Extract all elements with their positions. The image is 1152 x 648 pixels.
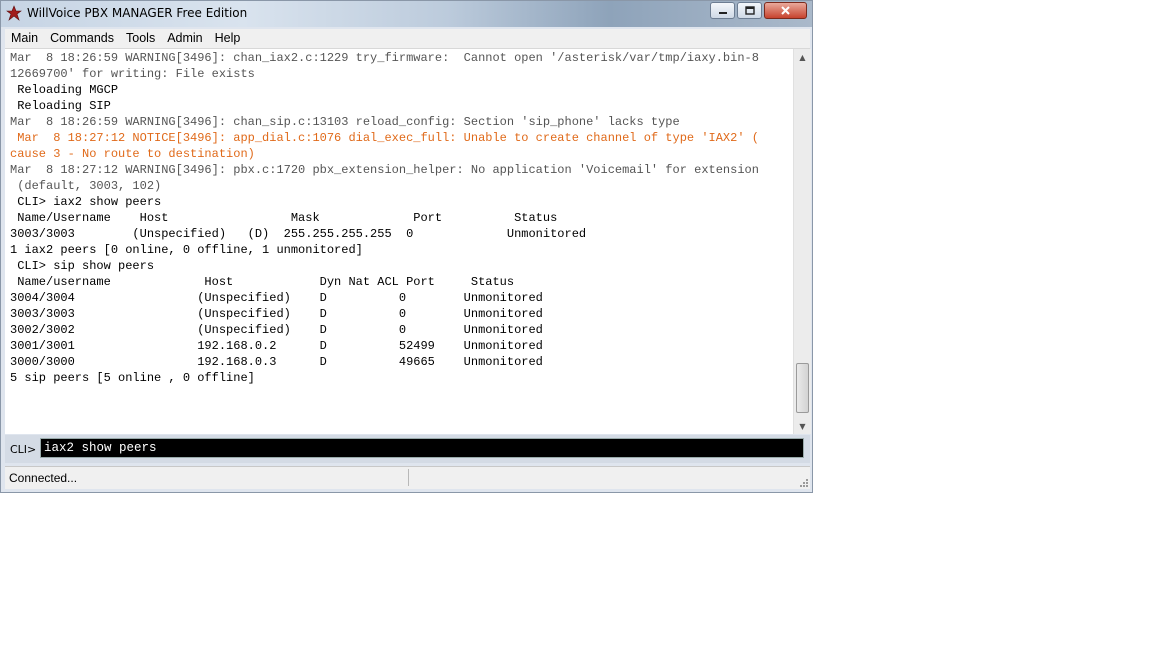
console-line: (default, 3003, 102) <box>10 179 162 193</box>
window-title: WillVoice PBX MANAGER Free Edition <box>27 6 248 20</box>
console-line: 5 sip peers [5 online , 0 offline] <box>10 371 255 385</box>
status-bar: Connected... <box>5 466 810 489</box>
console-line: Name/username Host Dyn Nat ACL Port Stat… <box>10 275 515 289</box>
menu-help[interactable]: Help <box>209 29 247 48</box>
menu-main[interactable]: Main <box>5 29 44 48</box>
app-window: WillVoice PBX MANAGER Free Edition Main … <box>0 0 813 493</box>
menu-bar: Main Commands Tools Admin Help <box>5 29 810 49</box>
minimize-button[interactable] <box>710 2 735 19</box>
console-line: Reloading MGCP <box>10 83 119 97</box>
console-line: Mar 8 18:27:12 WARNING[3496]: pbx.c:1720… <box>10 163 759 177</box>
cli-prompt-label: CLI> <box>10 443 37 456</box>
menu-admin[interactable]: Admin <box>161 29 208 48</box>
console-line: Mar 8 18:27:12 NOTICE[3496]: app_dial.c:… <box>10 131 759 145</box>
close-button[interactable] <box>764 2 807 19</box>
console-scrollbar[interactable]: ▲ ▼ <box>793 49 811 434</box>
cli-bar: CLI> <box>5 435 810 463</box>
console-line: 3004/3004 (Unspecified) D 0 Unmonitored <box>10 291 543 305</box>
console-line: Mar 8 18:26:59 WARNING[3496]: chan_sip.c… <box>10 115 680 129</box>
console-line: 3001/3001 192.168.0.2 D 52499 Unmonitore… <box>10 339 543 353</box>
menu-commands[interactable]: Commands <box>44 29 120 48</box>
resize-grip-icon[interactable] <box>798 477 808 487</box>
cli-command-input[interactable] <box>40 438 804 458</box>
console-line: 3000/3000 192.168.0.3 D 49665 Unmonitore… <box>10 355 543 369</box>
minimize-icon <box>718 11 727 14</box>
console-line: cause 3 - No route to destination) <box>10 147 255 161</box>
close-icon <box>781 6 790 15</box>
scroll-thumb[interactable] <box>796 363 809 413</box>
console-line: CLI> sip show peers <box>10 259 155 273</box>
title-bar[interactable]: WillVoice PBX MANAGER Free Edition <box>1 1 812 27</box>
console-line: 3002/3002 (Unspecified) D 0 Unmonitored <box>10 323 543 337</box>
scroll-up-arrow-icon[interactable]: ▲ <box>794 49 811 65</box>
console-line: 12669700' for writing: File exists <box>10 67 255 81</box>
maximize-button[interactable] <box>737 2 762 19</box>
console-line: Mar 8 18:26:59 WARNING[3496]: chan_iax2.… <box>10 51 759 65</box>
scroll-down-arrow-icon[interactable]: ▼ <box>794 418 811 434</box>
console-line: 3003/3003 (Unspecified) D 0 Unmonitored <box>10 307 543 321</box>
console-output[interactable]: Mar 8 18:26:59 WARNING[3496]: chan_iax2.… <box>5 49 793 434</box>
console-line: Reloading SIP <box>10 99 111 113</box>
console-line: CLI> iax2 show peers <box>10 195 162 209</box>
connection-status: Connected... <box>9 471 78 485</box>
console-line: Name/Username Host Mask Port Status <box>10 211 558 225</box>
console-line: 1 iax2 peers [0 online, 0 offline, 1 unm… <box>10 243 363 257</box>
console-line: 3003/3003 (Unspecified) (D) 255.255.255.… <box>10 227 587 241</box>
maximize-icon <box>744 5 755 15</box>
status-divider <box>408 469 409 486</box>
asterisk-logo-icon <box>6 5 22 21</box>
menu-tools[interactable]: Tools <box>120 29 161 48</box>
